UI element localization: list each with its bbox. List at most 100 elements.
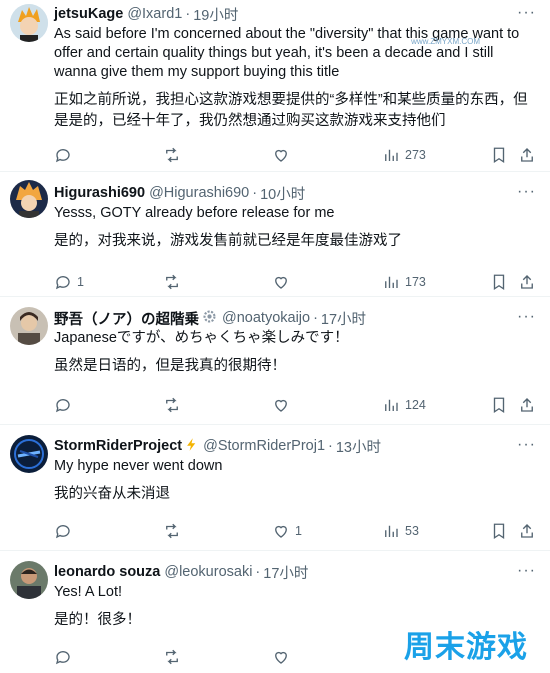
reply-button[interactable] [54,522,77,540]
site-watermark: 周末游戏 [404,622,528,666]
retweet-icon [166,397,178,413]
heart-icon [275,399,287,412]
views-chart-icon [385,276,398,288]
avatar[interactable] [10,4,48,42]
more-options-icon[interactable]: ··· [517,562,536,580]
reply-icon [55,651,70,665]
display-name[interactable]: leonardo souza [54,564,160,580]
bookmark-button[interactable] [490,522,508,540]
separator-dot: · [328,438,333,454]
share-button[interactable] [518,273,536,291]
display-name[interactable]: StormRiderProject [54,438,182,454]
share-icon [521,398,533,412]
share-icon [521,148,533,162]
like-button[interactable] [272,146,295,164]
views-button[interactable]: 173 [382,273,426,291]
display-name[interactable]: 野吾（ノア）の超階乗 [54,308,199,329]
more-options-icon[interactable]: ··· [517,183,536,201]
tweet-text: Yesss, GOTY already before release for m… [54,205,335,221]
retweet-button[interactable] [163,396,181,414]
bookmark-icon [493,274,505,291]
bookmark-button[interactable] [490,396,508,414]
heart-icon [275,149,287,162]
user-handle[interactable]: @Higurashi690 [149,185,249,201]
heart-icon [275,276,287,289]
timestamp[interactable]: 17小时 [263,562,308,583]
timestamp[interactable]: 10小时 [260,183,305,204]
view-count: 273 [405,148,426,162]
lightning-icon [184,436,199,457]
action-bar: 124 [54,394,534,416]
timestamp[interactable]: 17小时 [321,308,366,329]
user-handle[interactable]: @noatyokaijo [222,310,310,326]
bookmark-button[interactable] [490,273,508,291]
reply-tweet[interactable]: Higurashi690 @Higurashi690 · 10小时 ··· Ye… [0,172,550,297]
display-name[interactable]: jetsuKage [54,6,123,22]
reply-button[interactable] [54,648,77,666]
separator-dot: · [252,185,258,201]
retweet-button[interactable] [163,273,181,291]
reply-tweet[interactable]: jetsuKage @Ixard1 · 19小时 ··· As said bef… [0,0,550,172]
heart-icon [275,651,287,664]
timestamp[interactable]: 19小时 [193,4,238,25]
avatar[interactable] [10,180,48,218]
reply-button[interactable]: 1 [54,273,84,291]
views-button[interactable]: 124 [382,396,426,414]
tweet-text: My hype never went down [54,458,223,474]
more-options-icon[interactable]: ··· [517,4,536,22]
reply-icon [55,525,70,539]
avatar[interactable] [10,435,48,473]
action-bar: 273 [54,144,534,166]
retweet-button[interactable] [163,648,181,666]
translation-text: 正如之前所说，我担心这款游戏想要提供的“多样性”和某些质量的东西，但是是的，已经… [54,92,528,129]
like-count: 1 [295,524,302,538]
reply-button[interactable] [54,146,77,164]
tweet-text: As said before I'm concerned about the "… [54,26,520,80]
user-handle[interactable]: @StormRiderProj1 [203,438,325,454]
reply-icon [55,149,70,163]
reply-count: 1 [77,275,84,289]
display-name[interactable]: Higurashi690 [54,185,145,201]
views-button[interactable]: 273 [382,146,426,164]
reply-tweet[interactable]: StormRiderProject @StormRiderProj1 · 13小… [0,425,550,551]
views-chart-icon [385,149,398,161]
retweet-button[interactable] [163,146,181,164]
action-bar: 1 173 [54,271,534,293]
tweet-text: Japaneseですが、めちゃくちゃ楽しみです！ [54,330,349,346]
user-handle[interactable]: @leokurosaki [164,564,252,580]
bookmark-icon [493,523,505,540]
share-button[interactable] [518,522,536,540]
retweet-icon [166,274,178,290]
views-button[interactable]: 53 [382,522,419,540]
view-count: 124 [405,398,426,412]
like-button[interactable] [272,396,295,414]
reply-button[interactable] [54,396,77,414]
gear-badge-icon [201,308,218,329]
translation-text: 是的，对我来说，游戏发售前就已经是年度最佳游戏了 [54,233,402,249]
translation-text: 我的兴奋从未消退 [54,486,170,502]
reply-icon [55,399,70,413]
view-count: 173 [405,275,426,289]
share-button[interactable] [518,146,536,164]
avatar[interactable] [10,561,48,599]
like-button[interactable] [272,273,295,291]
more-options-icon[interactable]: ··· [517,436,536,454]
like-button[interactable] [272,648,295,666]
translation-text: 虽然是日语的，但是我真的很期待！ [54,358,286,374]
retweet-button[interactable] [163,522,181,540]
views-chart-icon [385,525,398,537]
heart-icon [275,525,287,538]
reply-tweet[interactable]: 野吾（ノア）の超階乗 @noatyokaijo · 17小时 ··· Japan… [0,297,550,425]
more-options-icon[interactable]: ··· [517,308,536,326]
action-bar: 1 53 [54,520,534,542]
view-count: 53 [405,524,419,538]
like-button[interactable]: 1 [272,522,302,540]
timestamp[interactable]: 13小时 [336,436,381,457]
share-button[interactable] [518,396,536,414]
views-chart-icon [385,399,398,411]
bookmark-button[interactable] [490,146,508,164]
user-handle[interactable]: @Ixard1 [127,6,182,22]
avatar[interactable] [10,307,48,345]
separator-dot: · [185,6,191,22]
retweet-icon [166,147,178,163]
